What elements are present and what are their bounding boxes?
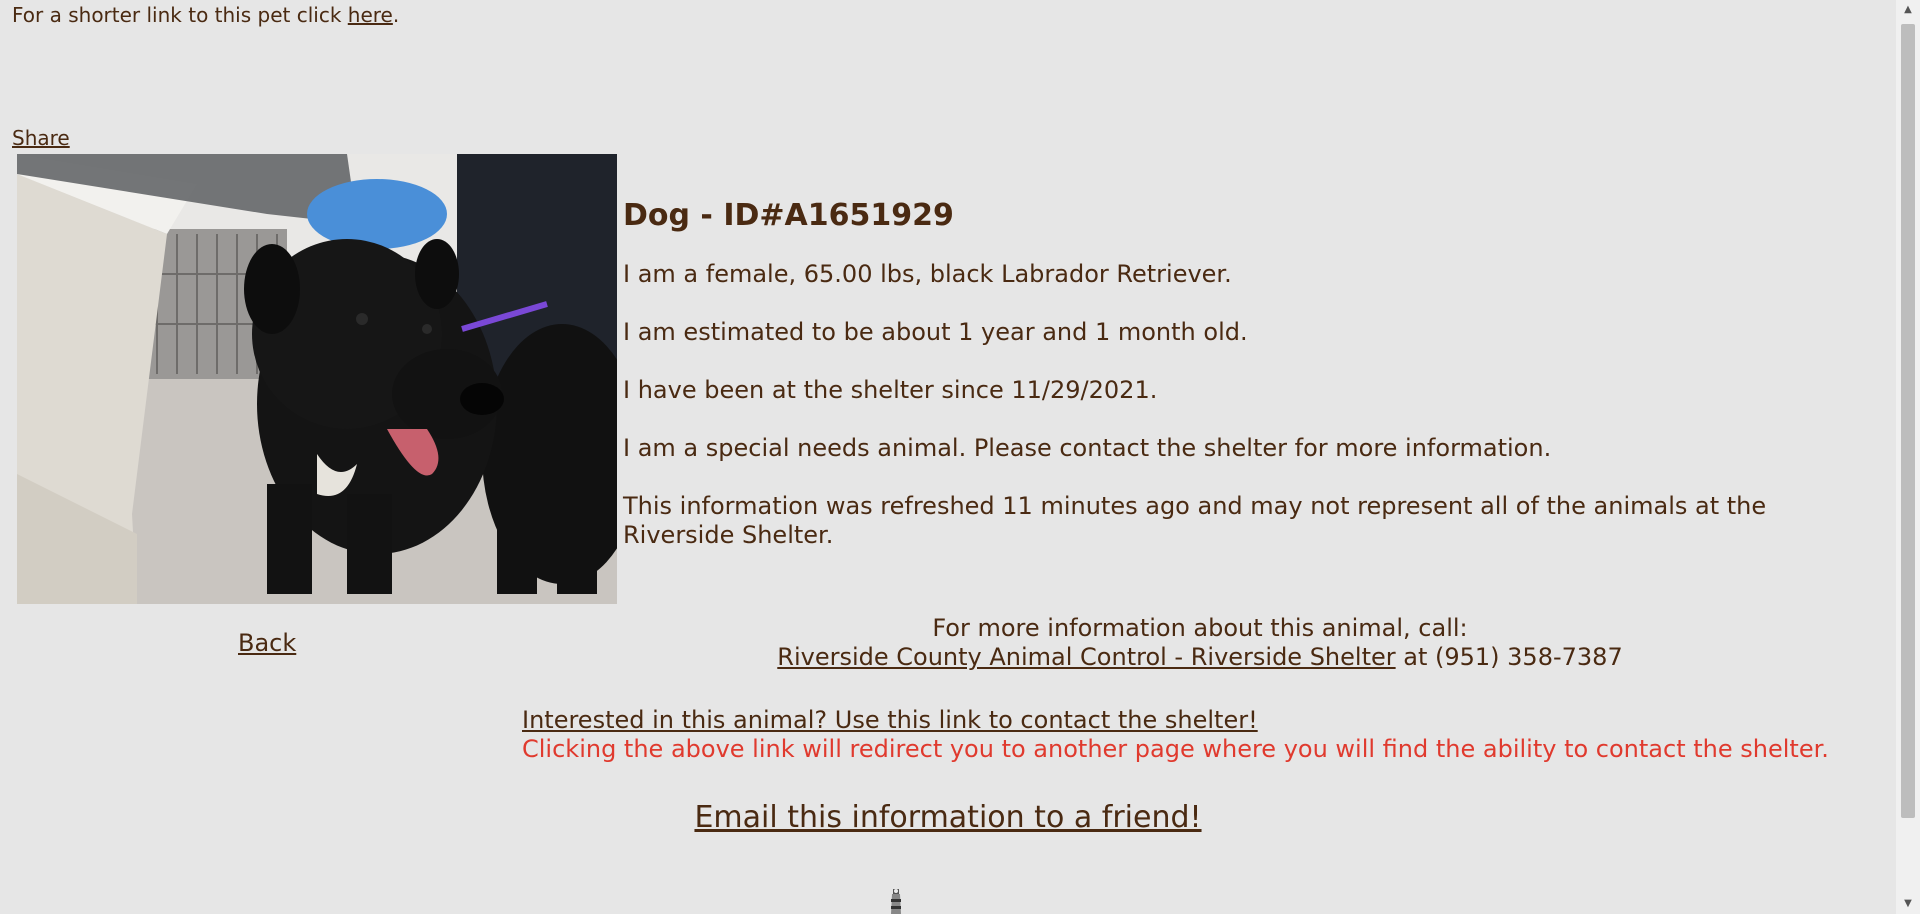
- animal-intake-date: I have been at the shelter since 11/29/2…: [623, 376, 1158, 404]
- shelter-phone: at (951) 358-7387: [1395, 643, 1623, 671]
- scroll-up-arrow-icon[interactable]: ▲: [1896, 0, 1920, 20]
- page: For a shorter link to this pet click her…: [0, 0, 1896, 914]
- shorter-link-prefix: For a shorter link to this pet click: [12, 3, 348, 27]
- contact-shelter-link[interactable]: Interested in this animal? Use this link…: [522, 706, 1258, 734]
- animal-photo: [17, 154, 617, 604]
- special-needs-note: I am a special needs animal. Please cont…: [623, 434, 1552, 462]
- animal-title: Dog - ID#A1651929: [623, 198, 954, 233]
- back-link[interactable]: Back: [238, 628, 296, 658]
- email-friend-link[interactable]: Email this information to a friend!: [694, 800, 1201, 835]
- contact-line: Riverside County Animal Control - Rivers…: [523, 643, 1877, 672]
- vertical-scrollbar[interactable]: ▲ ▼: [1896, 0, 1920, 914]
- shorter-link-line: For a shorter link to this pet click her…: [12, 3, 399, 27]
- shorter-link-suffix: .: [392, 3, 400, 27]
- lighthouse-icon: [888, 887, 904, 914]
- email-friend-row: Email this information to a friend!: [0, 798, 1896, 838]
- refresh-note: This information was refreshed 11 minute…: [623, 492, 1767, 549]
- animal-description: I am a female, 65.00 lbs, black Labrador…: [623, 260, 1232, 288]
- interested-block: Interested in this animal? Use this link…: [522, 706, 1882, 764]
- redirect-note: Clicking the above link will redirect yo…: [522, 735, 1829, 763]
- animal-info: Dog - ID#A1651929 I am a female, 65.00 l…: [623, 196, 1853, 579]
- scroll-down-arrow-icon[interactable]: ▼: [1896, 894, 1920, 914]
- scrollbar-thumb[interactable]: [1901, 24, 1915, 818]
- contact-intro: For more information about this animal, …: [932, 614, 1468, 642]
- shorter-link[interactable]: here: [348, 3, 393, 27]
- contact-block: For more information about this animal, …: [523, 614, 1877, 672]
- animal-age: I am estimated to be about 1 year and 1 …: [623, 318, 1248, 346]
- shelter-link[interactable]: Riverside County Animal Control - Rivers…: [777, 643, 1395, 671]
- share-link[interactable]: Share: [12, 126, 70, 150]
